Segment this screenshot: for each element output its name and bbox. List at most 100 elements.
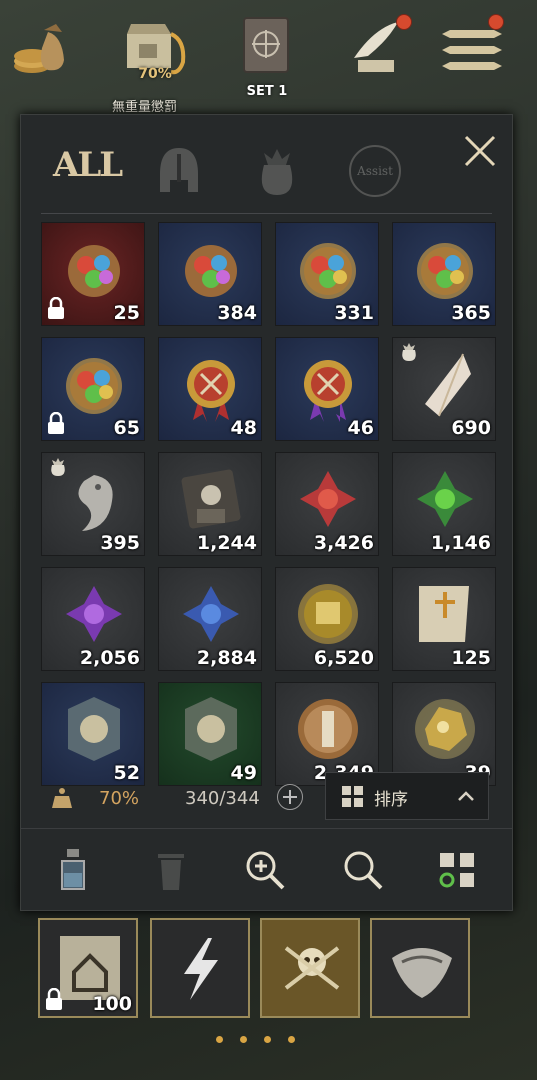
tab-all[interactable]: ALL: [53, 145, 123, 185]
weight-icon: [52, 788, 72, 808]
item-count: 125: [451, 647, 491, 669]
menu-notification-dot: [488, 14, 504, 30]
auto-arrange-button[interactable]: [435, 847, 479, 893]
quick-slot-4[interactable]: [370, 918, 470, 1018]
inventory-slot[interactable]: 25: [41, 222, 145, 326]
book-compass-icon: [243, 17, 289, 73]
quest-button[interactable]: [342, 14, 412, 94]
tower-coin-icon: [298, 699, 358, 759]
inventory-capacity: 340/344: [185, 788, 260, 809]
inventory-slot[interactable]: 48: [158, 337, 262, 441]
inventory-slot[interactable]: 365: [392, 222, 496, 326]
lock-icon: [48, 297, 64, 319]
red-flower-emblem-icon: [300, 471, 356, 527]
quick-slot-1[interactable]: 100: [38, 918, 138, 1018]
inventory-grid: 25 384 331 365 65 48 46 690 395 1,244 3,426 1,146 2,…: [41, 222, 497, 786]
inventory-slot[interactable]: 1,146: [392, 452, 496, 556]
tabs-divider: [41, 213, 492, 214]
inventory-slot[interactable]: 690: [392, 337, 496, 441]
inventory-slot[interactable]: 1,244: [158, 452, 262, 556]
magnify-icon: [344, 851, 383, 890]
medal-purple-icon: [304, 360, 352, 422]
tab-assist[interactable]: Assist: [345, 141, 405, 201]
assist-label: Assist: [349, 145, 401, 197]
purple-flower-emblem-icon: [66, 586, 122, 642]
dragon-claw-icon: [392, 948, 452, 998]
inventory-slot[interactable]: 2,056: [41, 567, 145, 671]
item-count: 46: [347, 417, 374, 439]
page-dot: [288, 1036, 295, 1043]
toolbar-divider: [21, 828, 512, 829]
inventory-slot[interactable]: 46: [275, 337, 379, 441]
item-count: 1,146: [430, 532, 491, 554]
bag-marker-icon: [51, 458, 65, 476]
bag-marker-icon: [402, 343, 416, 361]
trash-button[interactable]: [149, 847, 193, 893]
lock-icon: [46, 988, 62, 1010]
inventory-slot[interactable]: 384: [158, 222, 262, 326]
equipment-set-button[interactable]: SET 1: [232, 14, 302, 99]
item-count: 365: [451, 302, 491, 324]
sort-button[interactable]: 排序: [325, 772, 489, 820]
inventory-slot[interactable]: 65: [41, 337, 145, 441]
potion-button[interactable]: [51, 847, 95, 893]
inventory-slot[interactable]: 331: [275, 222, 379, 326]
potion-icon: [61, 849, 85, 890]
item-count: 2,884: [196, 647, 257, 669]
item-count: 384: [217, 302, 257, 324]
coins-bag-icon: [14, 24, 64, 73]
search-button[interactable]: [341, 847, 385, 893]
inventory-slot[interactable]: 6,520: [275, 567, 379, 671]
item-count: 48: [230, 417, 257, 439]
green-flower-emblem-icon: [417, 471, 473, 527]
tab-equipment[interactable]: [149, 141, 209, 201]
gem-cluster-gold-icon: [300, 243, 356, 299]
item-count: 65: [113, 417, 140, 439]
inventory-panel: ALL Assist 25 384 331 365 65 48 46 690 395 1,244 3…: [20, 114, 513, 911]
money-bag-button[interactable]: [8, 14, 78, 94]
weight-percentage: 70%: [99, 788, 140, 809]
close-icon[interactable]: [460, 131, 500, 171]
inventory-toolbar: [21, 835, 512, 905]
inventory-slot[interactable]: 395: [41, 452, 145, 556]
quick-slot-2[interactable]: [150, 918, 250, 1018]
medal-red-icon: [187, 360, 235, 422]
helmet-icon: [160, 148, 198, 192]
item-count: 331: [334, 302, 374, 324]
expand-capacity-button[interactable]: [277, 784, 303, 810]
inventory-status-bar: 70% 340/344 排序: [21, 770, 512, 826]
item-count: 6,520: [313, 647, 374, 669]
item-count: 395: [100, 532, 140, 554]
inventory-slot[interactable]: 125: [392, 567, 496, 671]
item-count: 3,426: [313, 532, 374, 554]
map-scroll-icon: [419, 586, 469, 642]
zoom-in-button[interactable]: [243, 847, 287, 893]
gem-cluster-icon: [68, 245, 120, 297]
page-dot: [264, 1036, 271, 1043]
relic-box-icon: [181, 469, 241, 529]
lock-icon: [48, 412, 64, 434]
skull-bones-icon: [284, 946, 340, 990]
inventory-tabs: ALL Assist: [21, 115, 512, 215]
bag-icon: [261, 149, 293, 195]
quick-slot-count: 100: [92, 993, 132, 1015]
green-dragon-plate-icon: [185, 697, 237, 761]
item-count: 25: [113, 302, 140, 324]
weight-button[interactable]: 70%: [120, 14, 190, 94]
weight-percent: 70%: [138, 66, 172, 82]
gem-cluster-gold-icon: [66, 358, 122, 414]
item-count: 690: [451, 417, 491, 439]
grid-refresh-icon: [439, 853, 474, 888]
page-indicator: [216, 1036, 326, 1046]
quick-slot-3[interactable]: [260, 918, 360, 1018]
page-dot: [240, 1036, 247, 1043]
lightning-icon: [184, 938, 218, 1000]
page-dot: [216, 1036, 223, 1043]
sort-label: 排序: [374, 790, 408, 810]
inventory-slot[interactable]: 3,426: [275, 452, 379, 556]
tab-items[interactable]: [247, 141, 307, 201]
item-count: 2,056: [79, 647, 140, 669]
inventory-slot[interactable]: 2,884: [158, 567, 262, 671]
chevron-up-icon: [458, 791, 474, 801]
menu-button[interactable]: [436, 14, 506, 94]
